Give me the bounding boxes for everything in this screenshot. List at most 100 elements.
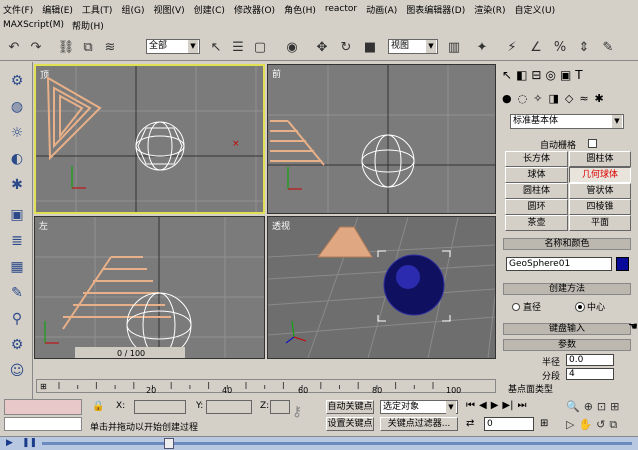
pyramid-button[interactable]: 四棱锥 <box>569 199 631 215</box>
window-crossing-icon[interactable]: ◉ <box>282 37 302 57</box>
percent-snap-icon[interactable]: % <box>550 37 570 57</box>
timeline-track[interactable] <box>36 379 496 393</box>
object-name-field[interactable]: GeoSphere01 <box>506 257 612 271</box>
time-config-icon[interactable]: ⊞ <box>540 418 548 429</box>
set-key-button[interactable]: 设置关键点 <box>326 417 374 431</box>
selection-set-dropdown[interactable]: 选定对象 <box>380 400 458 414</box>
name-color-rollout-header[interactable]: 名称和颜色 <box>503 238 631 250</box>
x-coordinate-field[interactable] <box>134 400 186 414</box>
center-radio[interactable]: 中心 <box>575 300 605 313</box>
selection-filter-dropdown[interactable]: 全部 <box>146 39 200 54</box>
lock-icon[interactable]: 🔒 <box>92 401 108 413</box>
rect-selection-icon[interactable]: ▢ <box>250 37 270 57</box>
menu-group[interactable]: 组(G) <box>121 3 144 16</box>
video-play-icon[interactable]: ▶ <box>6 438 13 448</box>
menu-rendering[interactable]: 渲染(R) <box>474 3 505 16</box>
orbit-icon[interactable]: ↺ <box>596 418 605 432</box>
menu-edit[interactable]: 编辑(E) <box>42 3 73 16</box>
maxscript-listener[interactable] <box>4 399 82 415</box>
bind-spacewarp-icon[interactable]: ≋ <box>100 37 120 57</box>
viewport-top[interactable]: 顶 × <box>34 64 265 214</box>
tube-button[interactable]: 管状体 <box>569 183 631 199</box>
snap-icon[interactable]: ⚡ <box>502 37 522 57</box>
select-by-name-icon[interactable]: ☰ <box>228 37 248 57</box>
creation-method-rollout-header[interactable]: 创建方法 <box>503 283 631 295</box>
menu-help[interactable]: 帮助(H) <box>72 19 104 32</box>
dynamics-icon[interactable]: ⚲ <box>6 308 28 330</box>
link-icon[interactable]: ⛓ <box>56 37 76 57</box>
plane-button[interactable]: 平面 <box>569 215 631 231</box>
lights-icon[interactable]: ☼ <box>6 122 28 144</box>
y-coordinate-field[interactable] <box>206 400 252 414</box>
zoom-extents-icon[interactable]: ⊡ <box>597 400 606 413</box>
sphere-button[interactable]: 球体 <box>505 167 568 183</box>
compounds-icon[interactable]: ▣ <box>6 204 28 226</box>
video-progress-thumb[interactable] <box>164 438 174 449</box>
unlink-icon[interactable]: ⧉ <box>78 37 98 57</box>
menu-customize[interactable]: 自定义(U) <box>515 3 556 16</box>
modify-tab-icon[interactable]: ◧ <box>516 68 527 86</box>
spacewarps-cat-icon[interactable]: ≈ <box>579 92 588 108</box>
menu-file[interactable]: 文件(F) <box>3 3 33 16</box>
z-coordinate-field[interactable] <box>270 400 290 414</box>
zoom-icon[interactable]: 🔍 <box>566 400 580 413</box>
torus-button[interactable]: 圆环 <box>505 199 568 215</box>
key-icon[interactable]: ⚷ <box>292 404 318 420</box>
display-tab-icon[interactable]: ▣ <box>560 68 571 86</box>
reference-coord-dropdown[interactable]: 视图 <box>388 39 438 54</box>
menu-maxscript[interactable]: MAXScript(M) <box>3 20 64 30</box>
next-frame-icon[interactable]: ▶| <box>502 400 513 411</box>
maximize-viewport-icon[interactable]: ⧉ <box>609 418 617 432</box>
create-tab-icon[interactable]: ↖ <box>502 68 512 86</box>
systems-cat-icon[interactable]: ✱ <box>595 92 604 108</box>
shapes-cat-icon[interactable]: ◌ <box>518 92 528 108</box>
cameras-cat-icon[interactable]: ◨ <box>548 92 558 108</box>
key-mode-icon[interactable]: ⇄ <box>466 418 474 429</box>
viewport-left[interactable]: 左 0 / 100 <box>34 216 265 359</box>
goto-end-icon[interactable]: ⏭ <box>517 400 526 411</box>
pan-icon[interactable]: ✋ <box>578 418 592 432</box>
select-icon[interactable]: ↖ <box>206 37 226 57</box>
segments-field[interactable]: 4 <box>566 368 614 380</box>
zoom-extents-all-icon[interactable]: ⊞ <box>610 400 619 413</box>
patch-icon[interactable]: ▦ <box>6 256 28 278</box>
named-selection-icon[interactable]: ✎ <box>598 37 618 57</box>
objects-icon[interactable]: ⚙ <box>6 70 28 92</box>
prev-frame-icon[interactable]: ◀ <box>479 400 487 411</box>
cylinder-button[interactable]: 圆柱体 <box>569 151 631 167</box>
key-filters-button[interactable]: 关键点过滤器... <box>380 417 458 431</box>
object-type-dropdown[interactable]: 标准基本体 <box>510 114 624 129</box>
move-icon[interactable]: ✥ <box>312 37 332 57</box>
pivot-icon[interactable]: ▥ <box>444 37 464 57</box>
teapot-button[interactable]: 茶壶 <box>505 215 568 231</box>
menu-animation[interactable]: 动画(A) <box>366 3 397 16</box>
motion-tab-icon[interactable]: ◎ <box>545 68 555 86</box>
spinner-snap-icon[interactable]: ⇕ <box>574 37 594 57</box>
video-pause-icon[interactable]: ❚❚ <box>22 438 37 448</box>
menu-tools[interactable]: 工具(T) <box>82 3 113 16</box>
undo-icon[interactable]: ↶ <box>4 37 24 57</box>
rotate-icon[interactable]: ↻ <box>336 37 356 57</box>
menu-views[interactable]: 视图(V) <box>153 3 184 16</box>
viewport-front[interactable]: 前 <box>267 64 496 214</box>
helpers-cat-icon[interactable]: ◇ <box>565 92 573 108</box>
lights-cat-icon[interactable]: ✧ <box>533 92 542 108</box>
geosphere-button[interactable]: 几何球体 <box>569 167 631 183</box>
keyboard-entry-rollout-header[interactable]: 键盘输入 <box>503 323 631 335</box>
redo-icon[interactable]: ↷ <box>26 37 46 57</box>
zoom-all-icon[interactable]: ⊕ <box>584 400 593 413</box>
current-frame-field[interactable]: 0 <box>484 417 534 431</box>
scale-icon[interactable]: ■ <box>360 37 380 57</box>
fov-icon[interactable]: ▷ <box>566 418 574 432</box>
cameras-icon[interactable]: ◐ <box>6 148 28 170</box>
viewport-perspective[interactable]: 透视 <box>267 216 496 359</box>
cylinder2-button[interactable]: 圆柱体 <box>505 183 568 199</box>
timeline-icon[interactable]: ⊞ <box>40 382 47 391</box>
menu-create[interactable]: 创建(C) <box>194 3 225 16</box>
character-icon[interactable]: ☺ <box>6 360 28 382</box>
auto-key-button[interactable]: 自动关键点 <box>326 400 374 414</box>
menu-modifiers[interactable]: 修改器(O) <box>234 3 275 16</box>
geometry-icon[interactable]: ● <box>502 92 512 108</box>
menu-character[interactable]: 角色(H) <box>284 3 316 16</box>
angle-snap-icon[interactable]: ∠ <box>526 37 546 57</box>
